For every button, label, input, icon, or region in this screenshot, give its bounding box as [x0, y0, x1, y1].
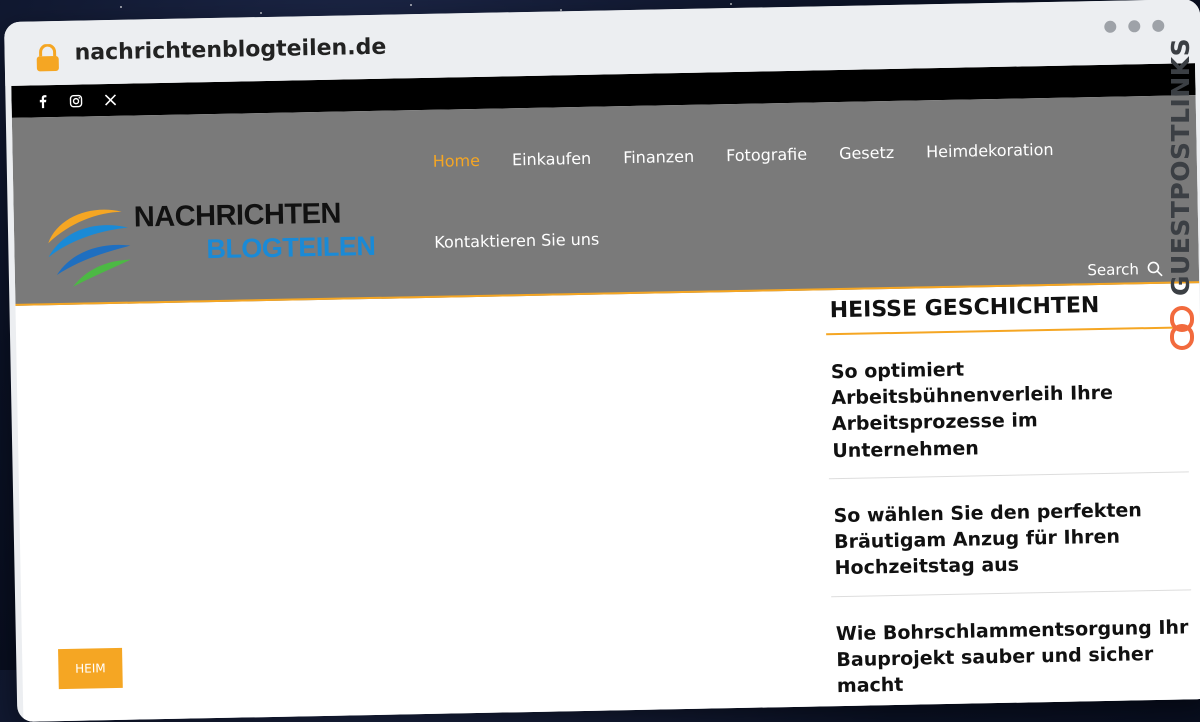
search-icon: [1147, 261, 1163, 277]
watermark-text: GUESTPOSTLINKS: [1166, 37, 1195, 296]
logo-text-line2: BLOGTEILEN: [206, 230, 376, 265]
hot-stories-sidebar: HEISSE GESCHICHTEN So optimiert Arbeitsb…: [825, 283, 1194, 715]
sidebar-title: HEISSE GESCHICHTEN: [825, 283, 1187, 336]
site-logo[interactable]: NACHRICHTEN BLOGTEILEN: [41, 192, 403, 289]
facebook-icon[interactable]: [37, 94, 47, 109]
site-header: NACHRICHTEN BLOGTEILEN Home Einkaufen Fina…: [11, 95, 1200, 306]
globe-logo-icon: [48, 209, 131, 287]
logo-text-line1: NACHRICHTEN: [133, 197, 342, 234]
link-chain-icon: [1170, 306, 1194, 350]
instagram-icon[interactable]: [69, 94, 83, 107]
nav-item-heimdekoration[interactable]: Heimdekoration: [926, 140, 1054, 161]
nav-item-kontaktieren-sie-uns[interactable]: Kontaktieren Sie uns: [434, 230, 599, 252]
nav-item-finanzen[interactable]: Finanzen: [623, 147, 694, 167]
story-link[interactable]: Wie Bohrschlammentsorgung Ihr Bauprojekt…: [831, 589, 1194, 715]
window-controls: [1104, 19, 1165, 33]
window-dot[interactable]: [1128, 20, 1141, 33]
breadcrumb-heim[interactable]: HEIM: [58, 647, 123, 690]
story-list: So optimiert Arbeitsbühnenverleih Ihre A…: [826, 328, 1194, 715]
nav-row-secondary: Kontaktieren Sie uns: [434, 220, 1074, 252]
nav-item-home[interactable]: Home: [433, 151, 481, 171]
search-label: Search: [1087, 260, 1140, 280]
window-dot[interactable]: [1152, 19, 1165, 32]
guestpostlinks-watermark: GUESTPOSTLINKS: [1166, 37, 1200, 356]
story-link[interactable]: So wählen Sie den perfekten Bräutigam An…: [828, 472, 1192, 597]
main-content: HEIM HEISSE GESCHICHTEN So optimiert Arb…: [15, 283, 1200, 722]
nav-item-einkaufen[interactable]: Einkaufen: [512, 149, 592, 170]
x-icon[interactable]: [104, 94, 117, 106]
story-link[interactable]: So optimiert Arbeitsbühnenverleih Ihre A…: [826, 328, 1189, 480]
address-bar-url[interactable]: nachrichtenblogteilen.de: [74, 35, 386, 66]
page-viewport: NACHRICHTEN BLOGTEILEN Home Einkaufen Fina…: [11, 63, 1200, 722]
browser-window: nachrichtenblogteilen.de NACHRICHTEN BLO…: [4, 0, 1200, 722]
window-dot[interactable]: [1104, 20, 1117, 33]
nav-row-primary: Home Einkaufen Finanzen Fotografie Gesetz Hei…: [433, 140, 1073, 171]
nav-item-fotografie[interactable]: Fotografie: [726, 145, 807, 166]
search-trigger[interactable]: Search: [1087, 260, 1163, 279]
lock-icon: [36, 43, 59, 72]
main-nav: Home Einkaufen Finanzen Fotografie Gesetz Hei…: [433, 140, 1075, 252]
nav-item-gesetz[interactable]: Gesetz: [839, 143, 894, 163]
